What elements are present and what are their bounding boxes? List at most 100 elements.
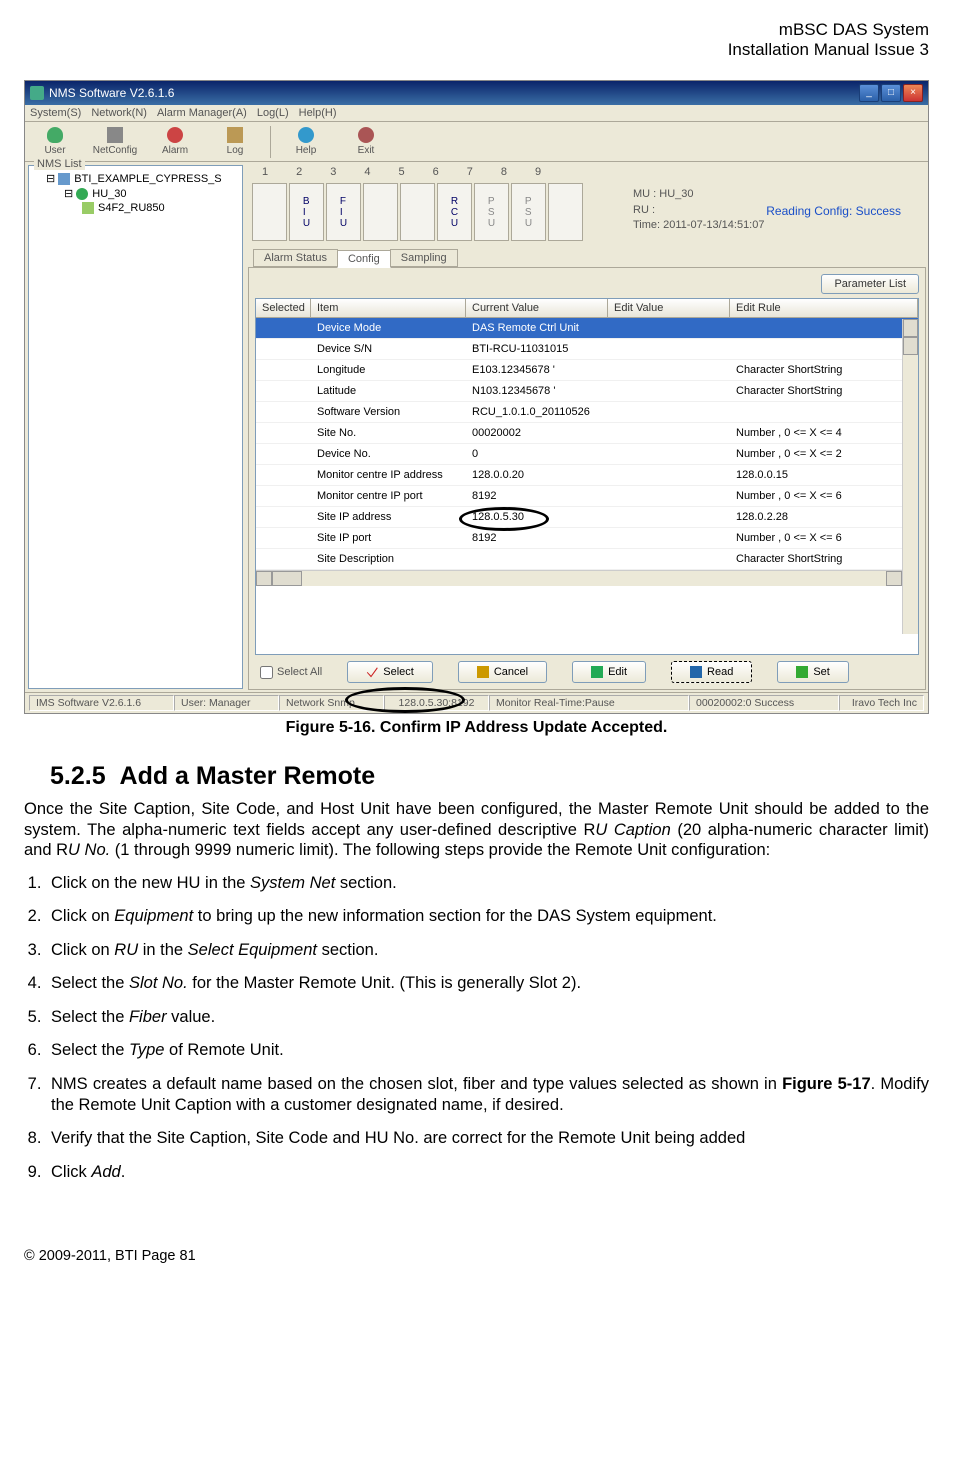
toolbar: User NetConfig Alarm Log Help Exit [25,122,928,162]
set-button[interactable]: Set [777,661,849,683]
tb-user[interactable]: User [30,125,80,158]
info-time: Time: 2011-07-13/14:51:07 [633,218,764,233]
parameter-list-button[interactable]: Parameter List [821,274,919,294]
table-row[interactable]: LongitudeE103.12345678 'Character ShortS… [256,360,918,381]
help-icon [298,127,314,143]
tab-config[interactable]: Config [337,250,391,268]
screenshot-window: NMS Software V2.6.1.6 _ □ × System(S) Ne… [24,80,929,714]
pc-icon [58,173,70,185]
log-icon [227,127,243,143]
nms-list-panel: NMS List ⊟ BTI_EXAMPLE_CYPRESS_S ⊟ HU_30… [28,165,243,689]
tb-log[interactable]: Log [210,125,260,158]
slot-8-psu[interactable]: PSU [511,183,546,241]
menu-system[interactable]: System(S) [30,107,81,119]
slot-4[interactable] [363,183,398,241]
tb-netconfig[interactable]: NetConfig [90,125,140,158]
slot-numbers: 1 2 3 4 5 6 7 8 9 [248,164,926,180]
check-icon [366,666,378,678]
table-row[interactable]: Monitor centre IP port8192Number , 0 <= … [256,486,918,507]
col-item[interactable]: Item [311,299,466,317]
table-row[interactable]: Site IP address128.0.5.30128.0.2.28 [256,507,918,528]
select-button[interactable]: Select [347,661,433,683]
window-controls: _ □ × [859,84,923,102]
slot-3-fiu[interactable]: FIU [326,183,361,241]
tab-sampling[interactable]: Sampling [390,249,458,267]
step-2: Click on Equipment to bring up the new i… [46,906,929,927]
header-manual: Installation Manual Issue 3 [24,40,929,60]
table-row[interactable]: Device ModeDAS Remote Ctrl Unit [256,318,918,339]
edit-icon [591,666,603,678]
section-heading: 5.2.5 Add a Master Remote [50,762,929,791]
tb-exit[interactable]: Exit [341,125,391,158]
slot-9[interactable] [548,183,583,241]
sb-status: 00020002:0 Success [689,695,839,711]
step-6: Select the Type of Remote Unit. [46,1040,929,1061]
slot-2-biu[interactable]: BIU [289,183,324,241]
section-title: Add a Master Remote [120,762,376,790]
select-all-checkbox[interactable]: Select All [260,666,322,679]
table-row[interactable]: Site DescriptionCharacter ShortString [256,549,918,570]
app-icon [30,86,44,100]
slot-buttons: BIU FIU RCU PSU PSU [252,183,583,241]
tabs: Alarm Status Config Sampling [248,249,926,267]
window-titlebar: NMS Software V2.6.1.6 _ □ × [25,81,928,105]
step-7: NMS creates a default name based on the … [46,1074,929,1117]
read-button[interactable]: Read [671,661,752,683]
sb-monitor: Monitor Real-Time:Pause [489,695,689,711]
step-1: Click on the new HU in the System Net se… [46,873,929,894]
header-system: mBSC DAS System [24,20,929,40]
tree-root[interactable]: ⊟ BTI_EXAMPLE_CYPRESS_S [34,171,237,186]
col-current[interactable]: Current Value [466,299,608,317]
cancel-icon [477,666,489,678]
table-row[interactable]: Device S/NBTI-RCU-11031015 [256,339,918,360]
slot-7-psu[interactable]: PSU [474,183,509,241]
parameter-table: Selected Item Current Value Edit Value E… [255,298,919,655]
menu-network[interactable]: Network(N) [91,107,147,119]
table-row[interactable]: Software VersionRCU_1.0.1.0_20110526 [256,402,918,423]
info-mu: MU : HU_30 [633,187,764,202]
action-buttons-row: Select All Select Cancel Edit Read Set [255,655,919,683]
sb-user: User: Manager [174,695,279,711]
cancel-button[interactable]: Cancel [458,661,547,683]
vertical-scrollbar[interactable] [902,319,918,634]
table-row[interactable]: Site No.00020002Number , 0 <= X <= 4 [256,423,918,444]
select-all-input[interactable] [260,666,273,679]
tree-hu[interactable]: ⊟ HU_30 [34,186,237,201]
globe-icon [76,188,88,200]
close-button[interactable]: × [903,84,923,102]
menu-alarm[interactable]: Alarm Manager(A) [157,107,247,119]
minimize-button[interactable]: _ [859,84,879,102]
exit-icon [358,127,374,143]
netconfig-icon [107,127,123,143]
window-title: NMS Software V2.6.1.6 [49,86,174,100]
slot-5[interactable] [400,183,435,241]
tb-alarm[interactable]: Alarm [150,125,200,158]
slot-1[interactable] [252,183,287,241]
steps-list: Click on the new HU in the System Net se… [24,873,929,1183]
table-row[interactable]: Device No.0Number , 0 <= X <= 2 [256,444,918,465]
col-edit-value[interactable]: Edit Value [608,299,730,317]
page-header: mBSC DAS System Installation Manual Issu… [24,20,929,60]
slot-6-rcu[interactable]: RCU [437,183,472,241]
edit-button[interactable]: Edit [572,661,646,683]
reading-config-status: Reading Config: Success [766,204,901,218]
tb-help[interactable]: Help [281,125,331,158]
tree-ru[interactable]: S4F2_RU850 [34,201,237,215]
maximize-button[interactable]: □ [881,84,901,102]
table-row[interactable]: Monitor centre IP address128.0.0.20128.0… [256,465,918,486]
tab-content: Parameter List Selected Item Current Val… [248,267,926,690]
table-row[interactable]: LatitudeN103.12345678 'Character ShortSt… [256,381,918,402]
tab-alarm-status[interactable]: Alarm Status [253,249,338,267]
main-area: NMS List ⊟ BTI_EXAMPLE_CYPRESS_S ⊟ HU_30… [25,162,928,692]
menu-help[interactable]: Help(H) [299,107,337,119]
col-selected[interactable]: Selected [256,299,311,317]
col-edit-rule[interactable]: Edit Rule [730,299,918,317]
section-number: 5.2.5 [50,762,106,790]
statusbar: IMS Software V2.6.1.6 User: Manager Netw… [25,692,928,713]
menubar: System(S) Network(N) Alarm Manager(A) Lo… [25,105,928,122]
menu-log[interactable]: Log(L) [257,107,289,119]
table-row[interactable]: Site IP port8192Number , 0 <= X <= 6 [256,528,918,549]
horizontal-scrollbar[interactable] [256,570,918,586]
step-8: Verify that the Site Caption, Site Code … [46,1128,929,1149]
set-icon [796,666,808,678]
